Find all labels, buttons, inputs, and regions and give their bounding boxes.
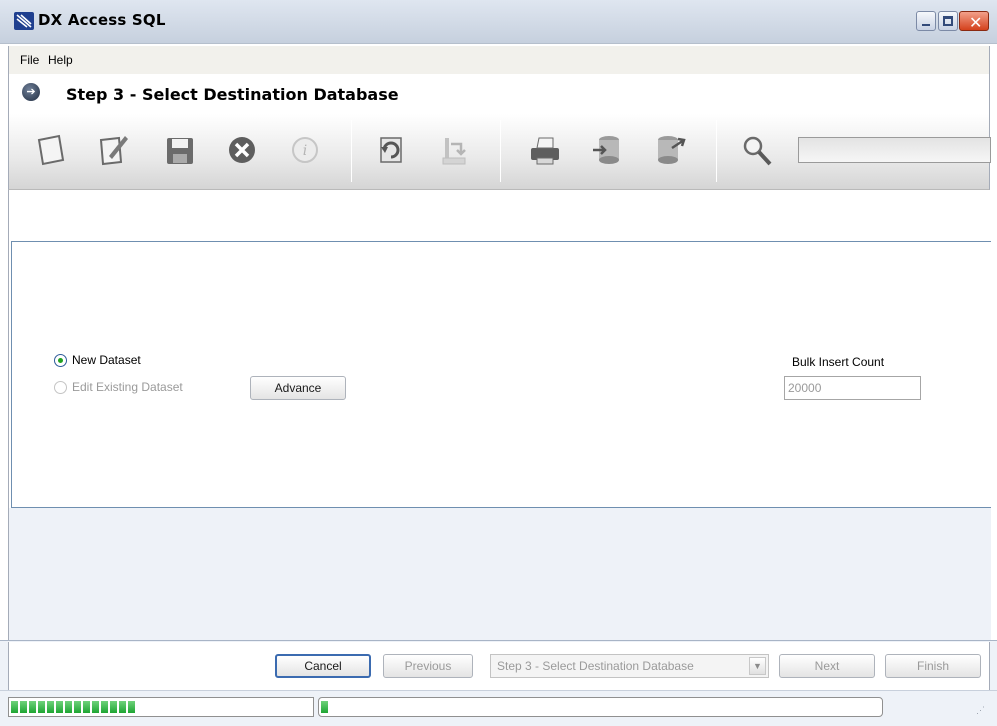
dataset-header — [11, 190, 991, 242]
page-title: Step 3 - Select Destination Database — [66, 85, 399, 104]
radio-checked-icon — [54, 353, 67, 367]
edit-pencil-icon — [99, 136, 128, 166]
printer-icon — [531, 137, 559, 165]
previous-button[interactable]: Previous — [383, 654, 473, 678]
new-dataset-radio[interactable]: New Dataset — [54, 353, 141, 367]
app-logo-icon — [14, 12, 34, 30]
new-document-icon — [37, 134, 65, 166]
database-export-icon — [658, 136, 686, 164]
toolbar: i — [8, 114, 991, 190]
advance-button[interactable]: Advance — [250, 376, 346, 400]
edit-dataset-radio[interactable]: Edit Existing Dataset — [54, 380, 183, 394]
progress-bar-right — [318, 697, 883, 717]
close-button[interactable]: ✕ — [959, 11, 989, 32]
options-panel — [9, 508, 991, 640]
status-bar: ⋰ — [0, 690, 997, 726]
info-button[interactable]: i — [287, 130, 323, 170]
wizard-navigation: Cancel Previous Step 3 - Select Destinat… — [0, 640, 997, 690]
new-button[interactable] — [33, 130, 69, 170]
maximize-icon — [943, 16, 953, 26]
database-export-button[interactable] — [652, 130, 688, 170]
progress-segment — [20, 701, 27, 713]
progress-segment — [74, 701, 81, 713]
window-title: DX Access SQL — [38, 11, 166, 29]
wizard-navigation-panel: Cancel Previous Step 3 - Select Destinat… — [8, 642, 990, 690]
delete-button[interactable] — [224, 130, 260, 170]
dataset-grid[interactable] — [11, 242, 991, 508]
info-icon: i — [292, 137, 318, 163]
bulk-insert-count-input[interactable] — [784, 376, 921, 400]
progress-fill-right — [321, 701, 880, 713]
step-header: ➔ Step 3 - Select Destination Database — [8, 74, 990, 114]
progress-segment — [47, 701, 54, 713]
step-dropdown-value: Step 3 - Select Destination Database — [497, 659, 694, 673]
import-button[interactable] — [435, 130, 471, 170]
progress-segment — [119, 701, 126, 713]
finish-button[interactable]: Finish — [885, 654, 981, 678]
progress-segment — [83, 701, 90, 713]
save-button[interactable] — [162, 130, 198, 170]
resize-grip-icon[interactable]: ⋰ — [976, 705, 990, 719]
edit-button[interactable] — [95, 130, 131, 170]
menu-bar: File Help — [8, 46, 990, 74]
svg-text:i: i — [303, 143, 307, 159]
search-magnifier-icon — [743, 136, 772, 166]
cancel-button[interactable]: Cancel — [275, 654, 371, 678]
progress-segment — [38, 701, 45, 713]
progress-segment — [29, 701, 36, 713]
new-dataset-label: New Dataset — [72, 353, 141, 367]
progress-segment — [110, 701, 117, 713]
minimize-button[interactable] — [916, 11, 936, 31]
title-bar: DX Access SQL ✕ — [0, 0, 997, 44]
progress-segment — [92, 701, 99, 713]
toolbar-separator — [500, 120, 501, 182]
main-content — [8, 190, 991, 640]
import-icon — [442, 138, 466, 165]
progress-segment — [128, 701, 135, 713]
progress-fill-left — [11, 701, 311, 713]
minimize-icon — [922, 24, 930, 26]
toolbar-separator — [351, 120, 352, 182]
progress-segment — [56, 701, 63, 713]
search-input[interactable] — [798, 137, 991, 163]
step-dropdown[interactable]: Step 3 - Select Destination Database ▼ — [490, 654, 769, 678]
progress-bar-left — [8, 697, 314, 717]
progress-segment — [11, 701, 18, 713]
search-button[interactable] — [739, 130, 775, 170]
save-disk-icon — [167, 138, 193, 164]
chevron-down-icon[interactable]: ▼ — [749, 657, 766, 675]
arrow-circle-icon: ➔ — [22, 83, 40, 101]
database-import-icon — [593, 136, 619, 164]
edit-dataset-label: Edit Existing Dataset — [72, 380, 183, 394]
progress-segment — [321, 701, 328, 713]
refresh-button[interactable] — [373, 130, 409, 170]
maximize-button[interactable] — [938, 11, 958, 31]
database-import-button[interactable] — [589, 130, 625, 170]
progress-segment — [65, 701, 72, 713]
menu-file[interactable]: File — [20, 53, 39, 67]
refresh-icon — [380, 137, 402, 163]
progress-segment — [101, 701, 108, 713]
menu-help[interactable]: Help — [48, 53, 73, 67]
next-button[interactable]: Next — [779, 654, 875, 678]
bulk-insert-label: Bulk Insert Count — [792, 355, 885, 369]
toolbar-separator — [716, 120, 717, 182]
close-icon: ✕ — [969, 13, 983, 32]
print-button[interactable] — [527, 130, 563, 170]
radio-unchecked-icon — [54, 380, 67, 394]
delete-circle-icon — [229, 137, 255, 163]
